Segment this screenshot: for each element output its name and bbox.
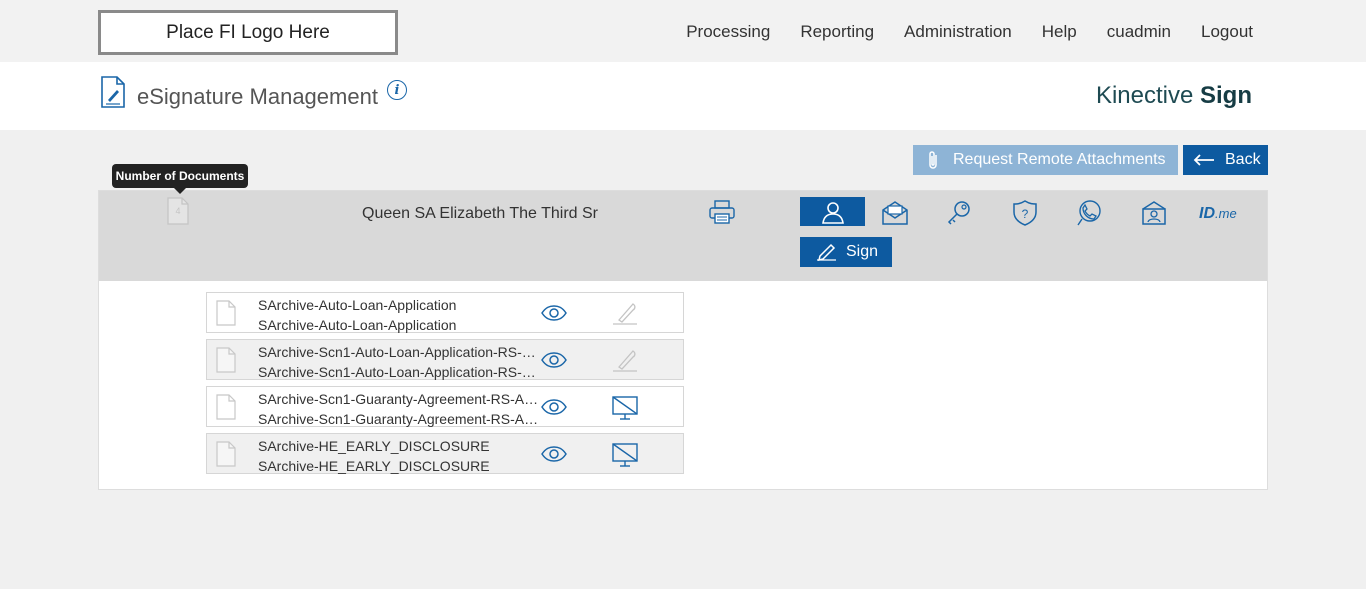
document-title: SArchive-Scn1-Auto-Loan-Application-RS-A… bbox=[258, 344, 540, 360]
document-subtitle: SArchive-Scn1-Guaranty-Agreement-RS-AF… bbox=[258, 411, 540, 427]
file-icon bbox=[216, 441, 236, 467]
top-nav-bar: Place FI Logo Here Processing Reporting … bbox=[0, 0, 1366, 62]
file-icon bbox=[216, 347, 236, 373]
no-display-icon[interactable] bbox=[611, 441, 639, 469]
document-subtitle: SArchive-HE_EARLY_DISCLOSURE bbox=[258, 458, 490, 474]
print-icon[interactable] bbox=[708, 199, 736, 225]
remote-attachments-label: Request Remote Attachments bbox=[953, 151, 1166, 168]
key-icon[interactable] bbox=[945, 199, 975, 227]
document-subtitle: SArchive-Scn1-Auto-Loan-Application-RS-A… bbox=[258, 364, 540, 380]
document-names: SArchive-Scn1-Auto-Loan-Application-RS-A… bbox=[258, 342, 540, 382]
sign-button[interactable]: Sign bbox=[800, 237, 892, 267]
pen-icon bbox=[817, 243, 836, 261]
document-row[interactable]: SArchive-Scn1-Guaranty-Agreement-RS-AF… … bbox=[206, 386, 684, 427]
auth-user-button[interactable] bbox=[800, 197, 865, 226]
document-subtitle: SArchive-Auto-Loan-Application bbox=[258, 317, 457, 333]
svg-text:?: ? bbox=[1022, 207, 1029, 221]
file-icon bbox=[216, 300, 236, 326]
nav-processing[interactable]: Processing bbox=[686, 22, 770, 42]
eye-icon[interactable] bbox=[541, 399, 567, 415]
info-icon[interactable]: i bbox=[387, 80, 407, 100]
file-icon bbox=[216, 394, 236, 420]
document-names: SArchive-Scn1-Guaranty-Agreement-RS-AF… … bbox=[258, 389, 540, 429]
sign-label: Sign bbox=[846, 243, 879, 260]
document-row[interactable]: SArchive-Auto-Loan-Application SArchive-… bbox=[206, 292, 684, 333]
nav-help[interactable]: Help bbox=[1042, 22, 1077, 42]
no-display-icon[interactable] bbox=[611, 394, 639, 422]
id-card-icon[interactable] bbox=[1139, 199, 1169, 227]
signer-panel-header: 4 Queen SA Elizabeth The Third Sr ? ID.m… bbox=[99, 191, 1267, 281]
number-of-documents-tooltip: Number of Documents bbox=[112, 164, 248, 194]
brand-logo: Kinective Sign bbox=[1096, 82, 1252, 110]
phone-icon[interactable] bbox=[1074, 199, 1104, 227]
document-names: SArchive-HE_EARLY_DISCLOSURE SArchive-HE… bbox=[258, 436, 540, 476]
document-names: SArchive-Auto-Loan-Application SArchive-… bbox=[258, 295, 540, 335]
nav-logout[interactable]: Logout bbox=[1201, 22, 1253, 42]
sign-pen-disabled-icon bbox=[613, 303, 637, 325]
page-header: eSignature Management i Kinective Sign bbox=[0, 62, 1366, 130]
fi-logo-placeholder: Place FI Logo Here bbox=[98, 10, 398, 55]
arrow-left-icon bbox=[1193, 154, 1214, 166]
signer-panel: 4 Queen SA Elizabeth The Third Sr ? ID.m… bbox=[98, 190, 1268, 490]
back-label: Back bbox=[1225, 151, 1261, 168]
svg-text:4: 4 bbox=[175, 206, 180, 216]
idme-logo[interactable]: ID.me bbox=[1199, 205, 1237, 223]
nav-user-account[interactable]: cuadmin bbox=[1107, 22, 1171, 42]
document-title: SArchive-Scn1-Guaranty-Agreement-RS-AF… bbox=[258, 391, 540, 407]
nav-reporting[interactable]: Reporting bbox=[800, 22, 874, 42]
esignature-doc-icon bbox=[101, 76, 125, 108]
eye-icon[interactable] bbox=[541, 446, 567, 462]
back-button[interactable]: Back bbox=[1183, 145, 1268, 175]
document-title: SArchive-HE_EARLY_DISCLOSURE bbox=[258, 438, 490, 454]
document-row[interactable]: SArchive-Scn1-Auto-Loan-Application-RS-A… bbox=[206, 339, 684, 380]
signer-name: Queen SA Elizabeth The Third Sr bbox=[362, 205, 598, 222]
sign-pen-disabled-icon bbox=[613, 350, 637, 372]
document-count-icon[interactable]: 4 bbox=[167, 197, 189, 225]
user-icon bbox=[821, 201, 844, 224]
eye-icon[interactable] bbox=[541, 352, 567, 368]
brand-light: Kinective bbox=[1095, 82, 1200, 109]
page-title: eSignature Management bbox=[137, 84, 378, 109]
idme-light: .me bbox=[1215, 206, 1237, 221]
eye-icon[interactable] bbox=[541, 305, 567, 321]
shield-question-icon[interactable]: ? bbox=[1010, 199, 1040, 227]
nav-administration[interactable]: Administration bbox=[904, 22, 1012, 42]
paperclip-icon bbox=[929, 151, 937, 169]
document-title: SArchive-Auto-Loan-Application bbox=[258, 297, 457, 313]
document-row[interactable]: SArchive-HE_EARLY_DISCLOSURE SArchive-HE… bbox=[206, 433, 684, 474]
request-remote-attachments-button[interactable]: Request Remote Attachments bbox=[913, 145, 1178, 175]
brand-bold: Sign bbox=[1200, 82, 1252, 109]
main-nav: Processing Reporting Administration Help… bbox=[656, 22, 1253, 42]
email-icon[interactable] bbox=[880, 199, 910, 227]
idme-bold: ID bbox=[1199, 205, 1215, 222]
